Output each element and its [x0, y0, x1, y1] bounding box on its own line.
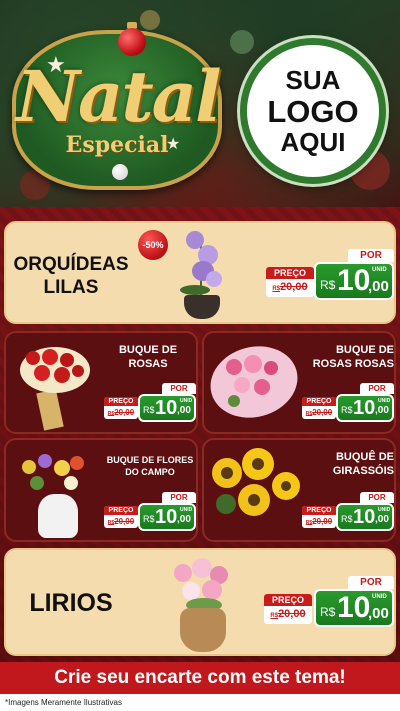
orchid-image	[172, 225, 234, 322]
price-block: POR R$ 10 ,00 UNID PREÇO R$20,00	[266, 249, 394, 301]
logo-line-2: LOGO	[267, 93, 359, 129]
price-block: POR R$ 10 ,00 UNID PREÇO R$20,00	[104, 492, 196, 532]
natal-seal-logo: ★ ★ Natal Especial	[12, 22, 222, 190]
product-card-girassois[interactable]: BUQUÊ DE GIRASSÓIS POR R$ 10 ,00 UNID PR…	[202, 438, 396, 542]
logo-line-1: SUA	[285, 64, 341, 95]
ornament-icon	[118, 28, 146, 56]
sunflowers-image	[208, 444, 304, 540]
old-price: PREÇO R$20,00	[266, 267, 314, 297]
old-price: PREÇO R$20,00	[302, 506, 336, 528]
new-price: R$ 10 ,00 UNID	[138, 394, 196, 422]
lilies-image	[166, 554, 242, 654]
por-label: POR	[348, 249, 394, 262]
disclaimer-note: *Imagens Meramente Ilustrativas	[0, 694, 400, 711]
product-card-orquideas[interactable]: ORQUÍDEAS LILAS POR R$ 10 ,00 UNID PREÇO…	[4, 221, 396, 324]
bokeh-light	[230, 30, 254, 54]
product-card-lirios[interactable]: LIRIOS POR R$ 10 ,00 UNID PREÇO R$20,00	[4, 548, 396, 656]
old-price: PREÇO R$20,00	[264, 594, 312, 624]
product-name: BUQUE DE ROSAS	[118, 344, 178, 370]
header-banner: ★ ★ Natal Especial SUA LOGO AQUI	[0, 0, 400, 207]
bauble-icon	[112, 164, 128, 180]
new-price: R$ 10 ,00 UNID	[336, 394, 394, 422]
new-price: R$ 10 ,00 UNID	[314, 589, 394, 627]
wildflowers-image	[14, 446, 100, 540]
product-card-flores-campo[interactable]: BUQUE DE FLORES DO CAMPO POR R$ 10 ,00 U…	[4, 438, 198, 542]
logo-line-3: AQUI	[280, 126, 346, 157]
roses-bouquet-image	[14, 339, 96, 431]
product-card-buque-rosas[interactable]: BUQUE DE ROSAS POR R$ 10 ,00 UNID PREÇO …	[4, 331, 198, 434]
product-name: BUQUÊ DE GIRASSÓIS	[332, 451, 394, 477]
product-name: BUQUE DE FLORES DO CAMPO	[106, 455, 194, 477]
old-price: PREÇO R$20,00	[302, 397, 336, 419]
cta-banner[interactable]: Crie seu encarte com este tema!	[0, 662, 400, 694]
discount-badge: -50%	[138, 230, 168, 260]
new-price: R$ 10 ,00 UNID	[138, 503, 196, 531]
price-block: POR R$ 10 ,00 UNID PREÇO R$20,00	[104, 383, 196, 423]
product-name: BUQUE DE ROSAS ROSAS	[312, 344, 394, 370]
seal-title: Natal	[16, 55, 222, 138]
bokeh-light	[140, 10, 160, 30]
price-block: POR R$ 10 ,00 UNID PREÇO R$20,00	[302, 492, 394, 532]
logo-placeholder: SUA LOGO AQUI	[240, 38, 386, 184]
new-price: R$ 10 ,00 UNID	[336, 503, 394, 531]
price-block: POR R$ 10 ,00 UNID PREÇO R$20,00	[264, 576, 394, 628]
product-name: ORQUÍDEAS LILAS	[13, 254, 129, 298]
old-price: PREÇO R$20,00	[104, 397, 138, 419]
pink-roses-image	[204, 336, 306, 431]
product-card-rosas-rosas[interactable]: BUQUE DE ROSAS ROSAS POR R$ 10 ,00 UNID …	[202, 331, 396, 434]
product-name: LIRIOS	[29, 589, 113, 617]
old-price: PREÇO R$20,00	[104, 506, 138, 528]
seal-subtitle: Especial	[65, 132, 169, 158]
price-block: POR R$ 10 ,00 UNID PREÇO R$20,00	[302, 383, 394, 423]
new-price: R$ 10 ,00 UNID	[314, 262, 394, 300]
